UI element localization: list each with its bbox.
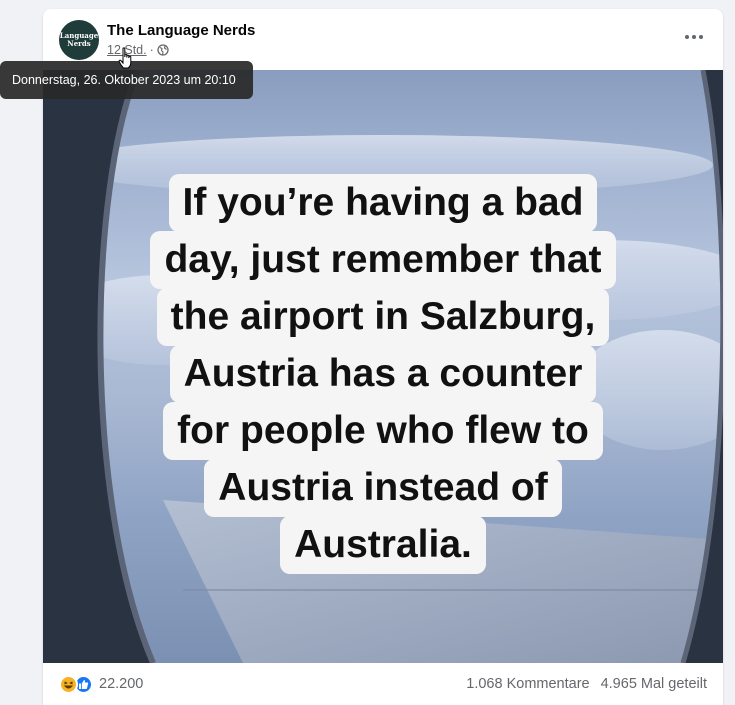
globe-icon[interactable]	[157, 44, 169, 56]
post-image[interactable]: If you’re having a bad day, just remembe…	[43, 70, 723, 663]
post-meta: 12 Std. ·	[107, 43, 169, 57]
meta-separator: ·	[149, 43, 154, 57]
caption-line: Austria has a counter	[169, 345, 597, 403]
engagement-counts: 1.068 Kommentare 4.965 Mal geteilt	[466, 676, 707, 692]
reactions-summary[interactable]: 22.200	[59, 674, 144, 694]
caption-line: the airport in Salzburg,	[156, 288, 610, 346]
page-avatar[interactable]: Language Nerds	[59, 20, 99, 60]
image-caption-overlay: If you’re having a bad day, just remembe…	[43, 70, 723, 663]
shares-count-link[interactable]: 4.965 Mal geteilt	[601, 676, 707, 692]
hand-cursor-icon	[118, 47, 132, 69]
more-icon-dot	[685, 35, 689, 39]
post-stats-bar: 22.200 1.068 Kommentare 4.965 Mal geteil…	[43, 663, 723, 705]
caption-line: for people who flew to	[163, 402, 603, 460]
avatar-text-2: Nerds	[67, 39, 91, 48]
caption-line: Australia.	[280, 516, 486, 574]
caption-line: If you’re having a bad	[168, 174, 598, 232]
more-options-button[interactable]	[681, 27, 707, 47]
comments-count-link[interactable]: 1.068 Kommentare	[466, 676, 589, 692]
page-name-link[interactable]: The Language Nerds	[107, 22, 255, 39]
caption-line: day, just remember that	[150, 231, 616, 289]
haha-icon	[59, 674, 78, 694]
more-icon-dot	[699, 35, 703, 39]
reactions-count: 22.200	[99, 676, 144, 692]
more-icon-dot	[692, 35, 696, 39]
caption-line: Austria instead of	[204, 459, 562, 517]
